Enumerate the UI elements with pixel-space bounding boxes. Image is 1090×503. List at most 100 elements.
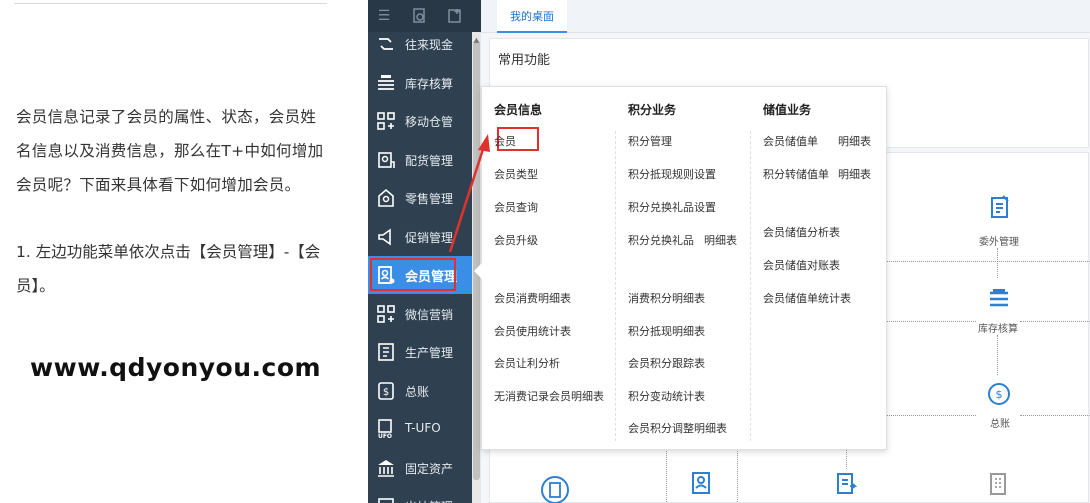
menu-item-stored-value-bill-detail[interactable]: 明细表 xyxy=(838,133,871,149)
cashier-icon xyxy=(376,496,396,503)
sidebar-item-label: 零售管理 xyxy=(405,192,454,206)
dropdown-pointer xyxy=(474,263,482,279)
add-page-icon[interactable] xyxy=(447,8,463,24)
member-management-highlight-box xyxy=(370,258,456,291)
flow-connector xyxy=(737,449,738,503)
flow-connector xyxy=(886,321,976,322)
menu-item-stored-value-bill[interactable]: 会员储值单 xyxy=(763,133,818,149)
inventory-flow-icon[interactable] xyxy=(986,287,1012,313)
sidebar-item-label: 固定资产 xyxy=(405,461,454,476)
menu-item-points-redeem-rules[interactable]: 积分抵现规则设置 xyxy=(628,166,716,182)
ledger-icon: $ xyxy=(376,381,396,401)
sidebar-item-label: T-UFO xyxy=(405,421,441,435)
column-heading: 积分业务 xyxy=(628,103,677,117)
flow-connector xyxy=(997,335,998,375)
menu-item-points-management[interactable]: 积分管理 xyxy=(628,133,672,149)
sidebar: ☰ 往来现金库存核算移动仓管配货管理零售管理促销管理 会员管理微信营销生产管理 $ 总… xyxy=(368,0,481,503)
svg-text:UFO: UFO xyxy=(378,433,392,439)
retail-icon xyxy=(376,188,396,208)
menu-item-points-redeem-detail[interactable]: 积分抵现明细表 xyxy=(628,323,705,339)
menu-item-member[interactable]: 会员 xyxy=(494,133,516,149)
flow-connector xyxy=(666,449,667,503)
sidebar-item-inventory[interactable]: 库存核算 xyxy=(368,64,472,102)
ledger-flow-icon[interactable]: $ xyxy=(986,381,1012,407)
flow-connector xyxy=(1020,321,1090,322)
menu-item-usage-stats[interactable]: 会员使用统计表 xyxy=(494,323,571,339)
inventory-icon xyxy=(376,73,396,93)
sidebar-item-distribution[interactable]: 配货管理 xyxy=(368,141,472,179)
bottom-flow-icon-1[interactable] xyxy=(540,475,570,503)
flow-connector xyxy=(997,248,998,278)
wechat-icon xyxy=(376,304,396,324)
search-icon[interactable] xyxy=(412,8,428,24)
menu-item-points-change-stats[interactable]: 积分变动统计表 xyxy=(628,388,705,404)
outsourcing-label: 委外管理 xyxy=(979,237,1019,248)
sidebar-item-fixed-assets[interactable]: 固定资产 xyxy=(368,449,472,487)
sidebar-item-ufo[interactable]: UFO T-UFO xyxy=(368,410,472,448)
sidebar-item-ledger[interactable]: $ 总账 xyxy=(368,372,472,410)
ledger-label: 总账 xyxy=(990,419,1010,430)
menu-item-points-to-stored-value[interactable]: 积分转储值单 xyxy=(763,166,829,182)
production-icon xyxy=(376,342,396,362)
menu-item-gift-settings[interactable]: 积分兑换礼品设置 xyxy=(628,199,716,215)
svg-text:$: $ xyxy=(383,387,389,398)
sidebar-item-production[interactable]: 生产管理 xyxy=(368,333,472,371)
flow-connector xyxy=(846,449,847,469)
screen: 会员信息记录了会员的属性、状态，会员姓名信息以及消费信息，那么在T+中如何增加会… xyxy=(0,0,1090,503)
menu-item-consumption-detail[interactable]: 会员消费明细表 xyxy=(494,290,571,306)
sidebar-item-promotion[interactable]: 促销管理 xyxy=(368,218,472,256)
sidebar-scrollbar-thumb[interactable] xyxy=(473,40,480,480)
column-divider xyxy=(615,131,616,441)
step-1-text: 1. 左边功能菜单依次点击【会员管理】-【会员】。 xyxy=(16,243,321,295)
sidebar-item-cash[interactable]: 往来现金 xyxy=(368,25,472,63)
menu-item-gift-exchange-detail[interactable]: 明细表 xyxy=(704,232,737,248)
menu-item-member-type[interactable]: 会员类型 xyxy=(494,166,538,182)
building-flow-icon[interactable] xyxy=(985,471,1011,497)
flow-connector xyxy=(1020,415,1090,416)
member-info-column: 会员信息 会员 会员类型 会员查询 会员升级 会员消费明细表 会员使用统计表 会… xyxy=(492,87,617,447)
menu-item-no-consumption[interactable]: 无消费记录会员明细表 xyxy=(494,388,604,404)
sidebar-item-mobile-warehouse[interactable]: 移动仓管 xyxy=(368,102,472,140)
sidebar-item-label: 配货管理 xyxy=(405,153,454,168)
menu-icon[interactable]: ☰ xyxy=(376,8,392,24)
stored-value-column: 储值业务 会员储值单 明细表 积分转储值单 明细表 会员储值分析表 会员储值对账… xyxy=(763,87,883,447)
menu-item-points-tracking[interactable]: 会员积分跟踪表 xyxy=(628,355,705,371)
sidebar-item-wechat[interactable]: 微信营销 xyxy=(368,295,472,333)
sidebar-item-label: 微信营销 xyxy=(405,307,454,322)
menu-item-stored-value-analysis[interactable]: 会员储值分析表 xyxy=(763,224,840,240)
menu-item-member-query[interactable]: 会员查询 xyxy=(494,199,538,215)
sidebar-item-label: 总账 xyxy=(405,384,430,399)
outsourcing-icon[interactable] xyxy=(987,195,1013,221)
menu-item-member-upgrade[interactable]: 会员升级 xyxy=(494,232,538,248)
intro-paragraph: 会员信息记录了会员的属性、状态，会员姓名信息以及消费信息，那么在T+中如何增加会… xyxy=(16,108,324,194)
sidebar-item-cashier[interactable]: 出纳管理 xyxy=(368,487,472,503)
sidebar-item-retail[interactable]: 零售管理 xyxy=(368,179,472,217)
menu-item-stored-value-reconcile[interactable]: 会员储值对账表 xyxy=(763,257,840,273)
menu-item-stored-value-stats[interactable]: 会员储值单统计表 xyxy=(763,290,851,306)
inventory-label: 库存核算 xyxy=(978,324,1018,335)
website-watermark: www.qdyonyou.com xyxy=(30,353,322,382)
member-flow-icon[interactable] xyxy=(689,471,715,497)
scroll-up-arrow-icon[interactable]: ▲ xyxy=(473,36,480,44)
flow-connector xyxy=(886,415,976,416)
fixed-assets-icon xyxy=(376,458,396,478)
menu-item-points-adjust-detail[interactable]: 会员积分调整明细表 xyxy=(628,420,727,436)
sidebar-item-label: 出纳管理 xyxy=(405,498,453,503)
sidebar-item-member[interactable]: 会员管理 xyxy=(368,256,472,294)
distribution-icon xyxy=(376,150,396,170)
sidebar-item-label: 库存核算 xyxy=(405,76,454,91)
member-management-dropdown: 会员信息 会员 会员类型 会员查询 会员升级 会员消费明细表 会员使用统计表 会… xyxy=(474,86,887,450)
menu-item-discount-analysis[interactable]: 会员让利分析 xyxy=(494,355,560,371)
document-flow-icon[interactable] xyxy=(833,471,859,497)
menu-item-consumption-points[interactable]: 消费积分明细表 xyxy=(628,290,705,306)
column-divider xyxy=(750,131,751,441)
cash-icon xyxy=(376,34,396,54)
tab-my-desktop[interactable]: 我的桌面 xyxy=(497,0,567,33)
points-column: 积分业务 积分管理 积分抵现规则设置 积分兑换礼品设置 积分兑换礼品 明细表 消… xyxy=(628,87,753,447)
panel-title: 常用功能 xyxy=(498,53,551,68)
menu-item-gift-exchange[interactable]: 积分兑换礼品 xyxy=(628,232,694,248)
divider xyxy=(14,3,327,4)
menu-item-points-to-stored-value-detail[interactable]: 明细表 xyxy=(838,166,871,182)
tab-bar: 我的桌面 xyxy=(481,0,1090,33)
ufo-icon: UFO xyxy=(376,419,396,440)
